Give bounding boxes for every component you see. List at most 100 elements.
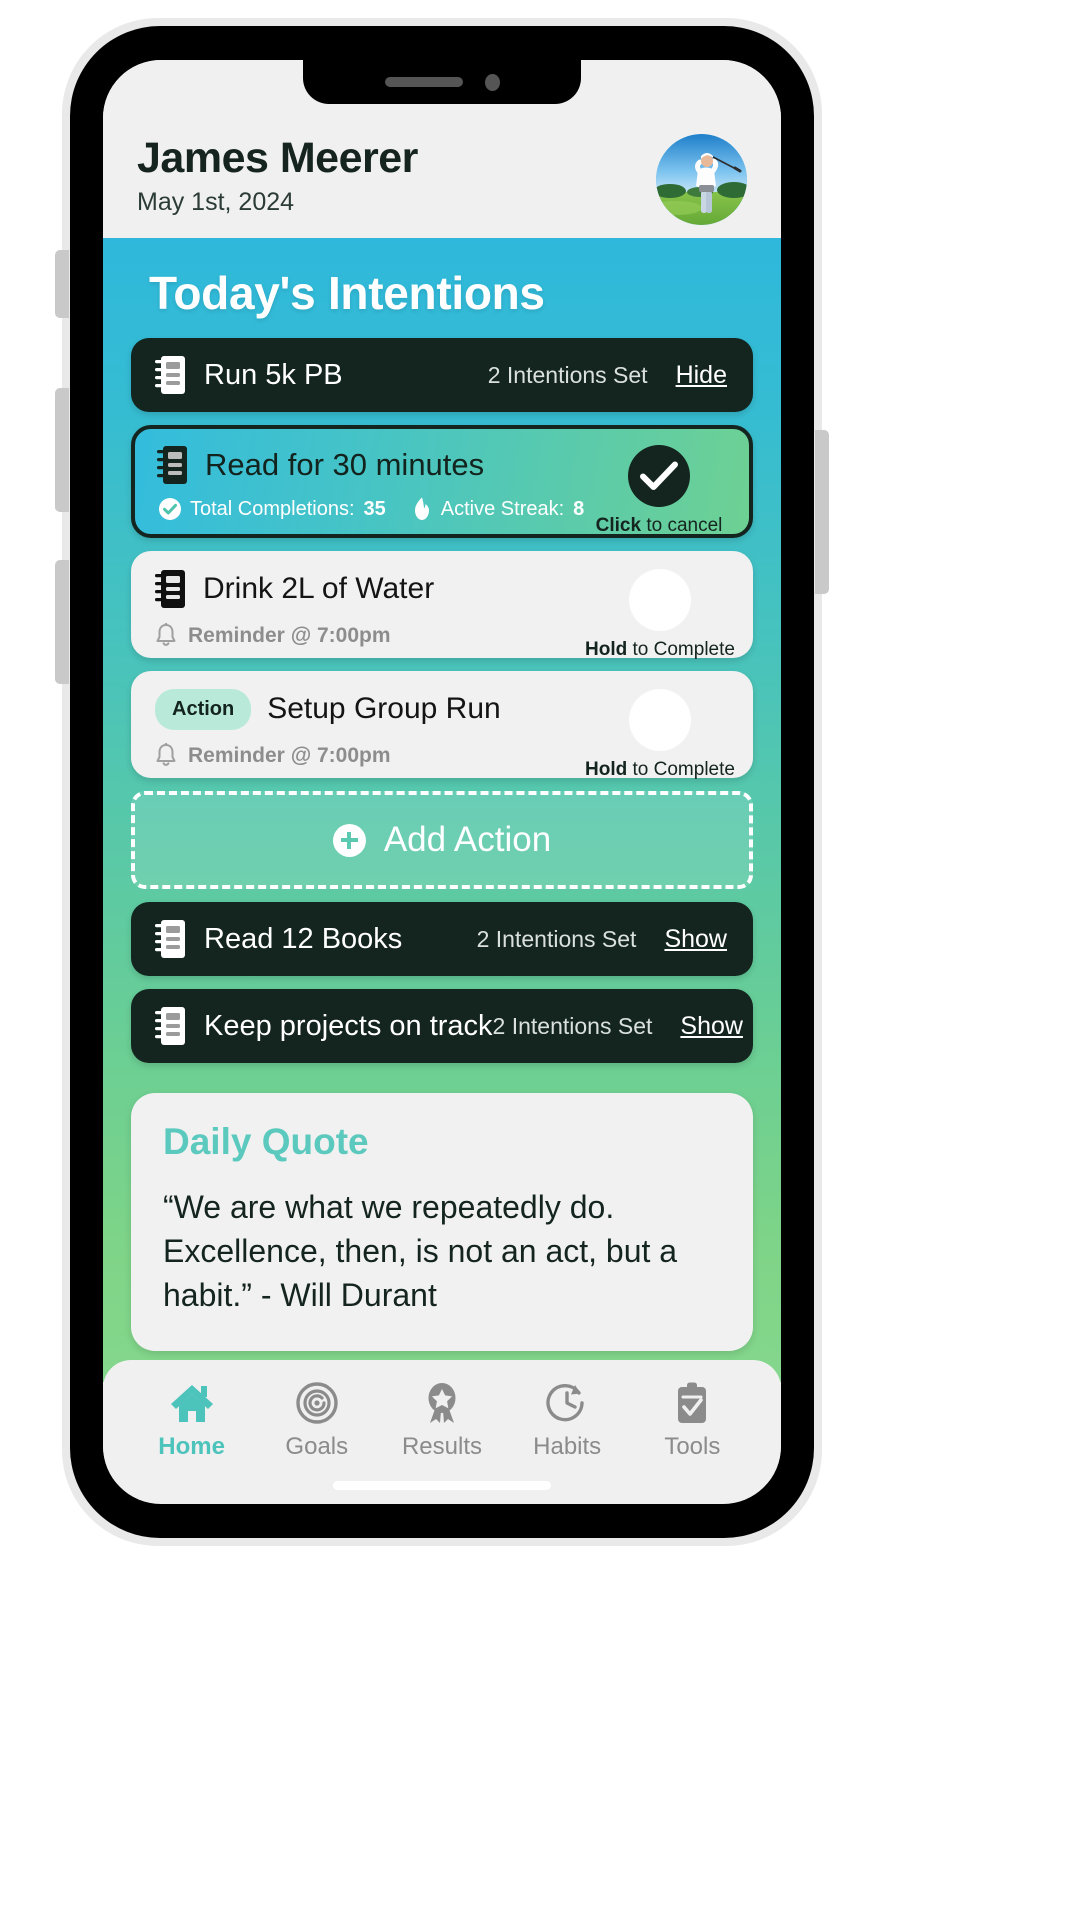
plus-circle-icon [332, 823, 366, 857]
action-badge: Action [155, 688, 252, 730]
nav-label: Results [401, 1433, 482, 1460]
intention-action-hint: Hold to Complete [585, 639, 735, 661]
goal-card-run-5k[interactable]: Run 5k PB 2 Intentions Set Hide [131, 338, 753, 412]
power-button[interactable] [815, 430, 829, 594]
intention-title: Setup Group Run [267, 692, 501, 725]
add-action-button[interactable]: Add Action [131, 791, 753, 889]
stat-active-streak: Active Streak: 8 [412, 497, 585, 521]
goal-title: Read 12 Books [204, 922, 403, 955]
notebook-icon [155, 1007, 185, 1045]
bottom-navigation-bar: Home Goals Results Habits Tools [103, 1360, 781, 1482]
habit-complete-toggle[interactable]: Click to cancel [589, 443, 729, 537]
speaker-grille-icon [384, 77, 463, 87]
stat-label: Total Completions: [190, 497, 355, 520]
nav-item-results[interactable]: Results [388, 1381, 496, 1461]
intention-info-group: Drink 2L of Water Reminder @ 7:00pm [155, 567, 585, 648]
goal-toggle-show[interactable]: Show [680, 1012, 743, 1041]
hint-rest: to Complete [627, 639, 735, 660]
goal-title: Keep projects on track [204, 1009, 493, 1042]
reminder-text: Reminder @ 7:00pm [188, 743, 391, 767]
nav-label: Tools [664, 1433, 721, 1460]
check-circle-icon [159, 498, 181, 520]
hint-rest: to Complete [627, 759, 735, 780]
clipboard-check-icon [678, 1382, 707, 1423]
nav-item-tools[interactable]: Tools [638, 1381, 746, 1461]
habit-stats-row: Total Completions: 35 Active Streak: 8 [157, 497, 589, 521]
nav-label: Home [158, 1433, 225, 1460]
page-title: Today's Intentions [149, 267, 545, 319]
nav-item-goals[interactable]: Goals [263, 1381, 371, 1461]
hold-to-complete-button[interactable] [629, 569, 691, 631]
nav-label: Habits [533, 1433, 602, 1460]
target-icon [296, 1382, 338, 1424]
phone-screen: James Meerer May 1st, 2024 Today's Inten… [103, 60, 781, 1504]
goal-toggle-show[interactable]: Show [664, 925, 727, 954]
user-name: James Meerer [137, 134, 418, 182]
flame-icon [414, 497, 429, 520]
hint-strong: Hold [585, 759, 628, 780]
habit-card-read-30-minutes[interactable]: Read for 30 minutes Total Completions: 3… [131, 425, 753, 538]
habit-action-hint: Click to cancel [596, 515, 723, 537]
bell-icon [156, 623, 176, 646]
daily-quote-title: Daily Quote [163, 1121, 369, 1162]
bell-icon [156, 743, 176, 766]
silent-switch-button[interactable] [55, 250, 69, 318]
habit-info-group: Read for 30 minutes Total Completions: 3… [157, 443, 589, 521]
stat-label: Active Streak: [440, 497, 565, 520]
intention-action-hint: Hold to Complete [585, 759, 735, 781]
habit-title: Read for 30 minutes [205, 447, 485, 482]
checkmark-icon [640, 461, 678, 490]
goal-meta: 2 Intentions Set [487, 361, 648, 388]
phone-notch [303, 60, 581, 104]
notebook-icon [155, 356, 185, 394]
front-camera-icon [484, 73, 500, 91]
goal-meta: 2 Intentions Set [492, 1012, 653, 1039]
add-action-label: Add Action [383, 820, 552, 859]
volume-down-button[interactable] [55, 560, 69, 684]
intention-complete-toggle[interactable]: Hold to Complete [585, 687, 735, 781]
goal-toggle-hide[interactable]: Hide [676, 361, 727, 390]
home-icon [170, 1385, 213, 1422]
reminder-text: Reminder @ 7:00pm [188, 623, 391, 647]
notebook-icon [157, 446, 187, 484]
intention-title-row: Action Setup Group Run [155, 687, 585, 731]
nav-item-home[interactable]: Home [138, 1381, 246, 1461]
hint-strong: Click [595, 515, 642, 536]
notebook-icon [155, 920, 185, 958]
header-text-group: James Meerer May 1st, 2024 [137, 130, 418, 217]
intention-card-setup-group-run[interactable]: Action Setup Group Run Reminder @ 7:00pm [131, 671, 753, 781]
app-main-content: Today's Intentions Run 5k PB 2 Intention… [103, 238, 781, 1382]
intention-reminder: Reminder @ 7:00pm [155, 623, 585, 648]
volume-up-button[interactable] [55, 388, 69, 512]
screenshot-root: James Meerer May 1st, 2024 Today's Inten… [0, 0, 1080, 1920]
intention-title-row: Drink 2L of Water [155, 567, 585, 611]
intention-complete-toggle[interactable]: Hold to Complete [585, 567, 735, 661]
intention-reminder: Reminder @ 7:00pm [155, 743, 585, 768]
hold-to-complete-button[interactable] [629, 689, 691, 751]
hint-strong: Hold [585, 639, 628, 660]
award-icon [428, 1383, 456, 1423]
stat-value: 35 [363, 497, 386, 520]
habit-title-row: Read for 30 minutes [157, 446, 589, 484]
completed-check-button[interactable] [628, 445, 690, 507]
stat-total-completions: Total Completions: 35 [159, 498, 386, 521]
intention-title: Drink 2L of Water [203, 572, 435, 605]
hint-rest: to cancel [641, 515, 723, 536]
nav-item-habits[interactable]: Habits [513, 1381, 621, 1461]
current-date: May 1st, 2024 [137, 188, 295, 217]
stat-value: 8 [573, 497, 585, 520]
nav-label: Goals [285, 1433, 349, 1460]
notebook-icon [155, 570, 185, 608]
goal-meta: 2 Intentions Set [476, 925, 637, 952]
goal-card-read-12-books[interactable]: Read 12 Books 2 Intentions Set Show [131, 902, 753, 976]
intention-card-drink-water[interactable]: Drink 2L of Water Reminder @ 7:00pm Hold… [131, 551, 753, 661]
home-indicator[interactable] [333, 1481, 551, 1490]
goal-title: Run 5k PB [204, 358, 343, 391]
daily-quote-text: “We are what we repeatedly do. Excellenc… [163, 1189, 678, 1314]
goal-card-keep-projects-on-track[interactable]: Keep projects on track 2 Intentions Set … [131, 989, 753, 1063]
intention-info-group: Action Setup Group Run Reminder @ 7:00pm [155, 687, 585, 768]
avatar-golfer-image [656, 134, 747, 225]
daily-quote-card: Daily Quote “We are what we repeatedly d… [131, 1093, 753, 1352]
avatar[interactable] [656, 134, 747, 225]
clock-arrow-icon [546, 1383, 584, 1422]
